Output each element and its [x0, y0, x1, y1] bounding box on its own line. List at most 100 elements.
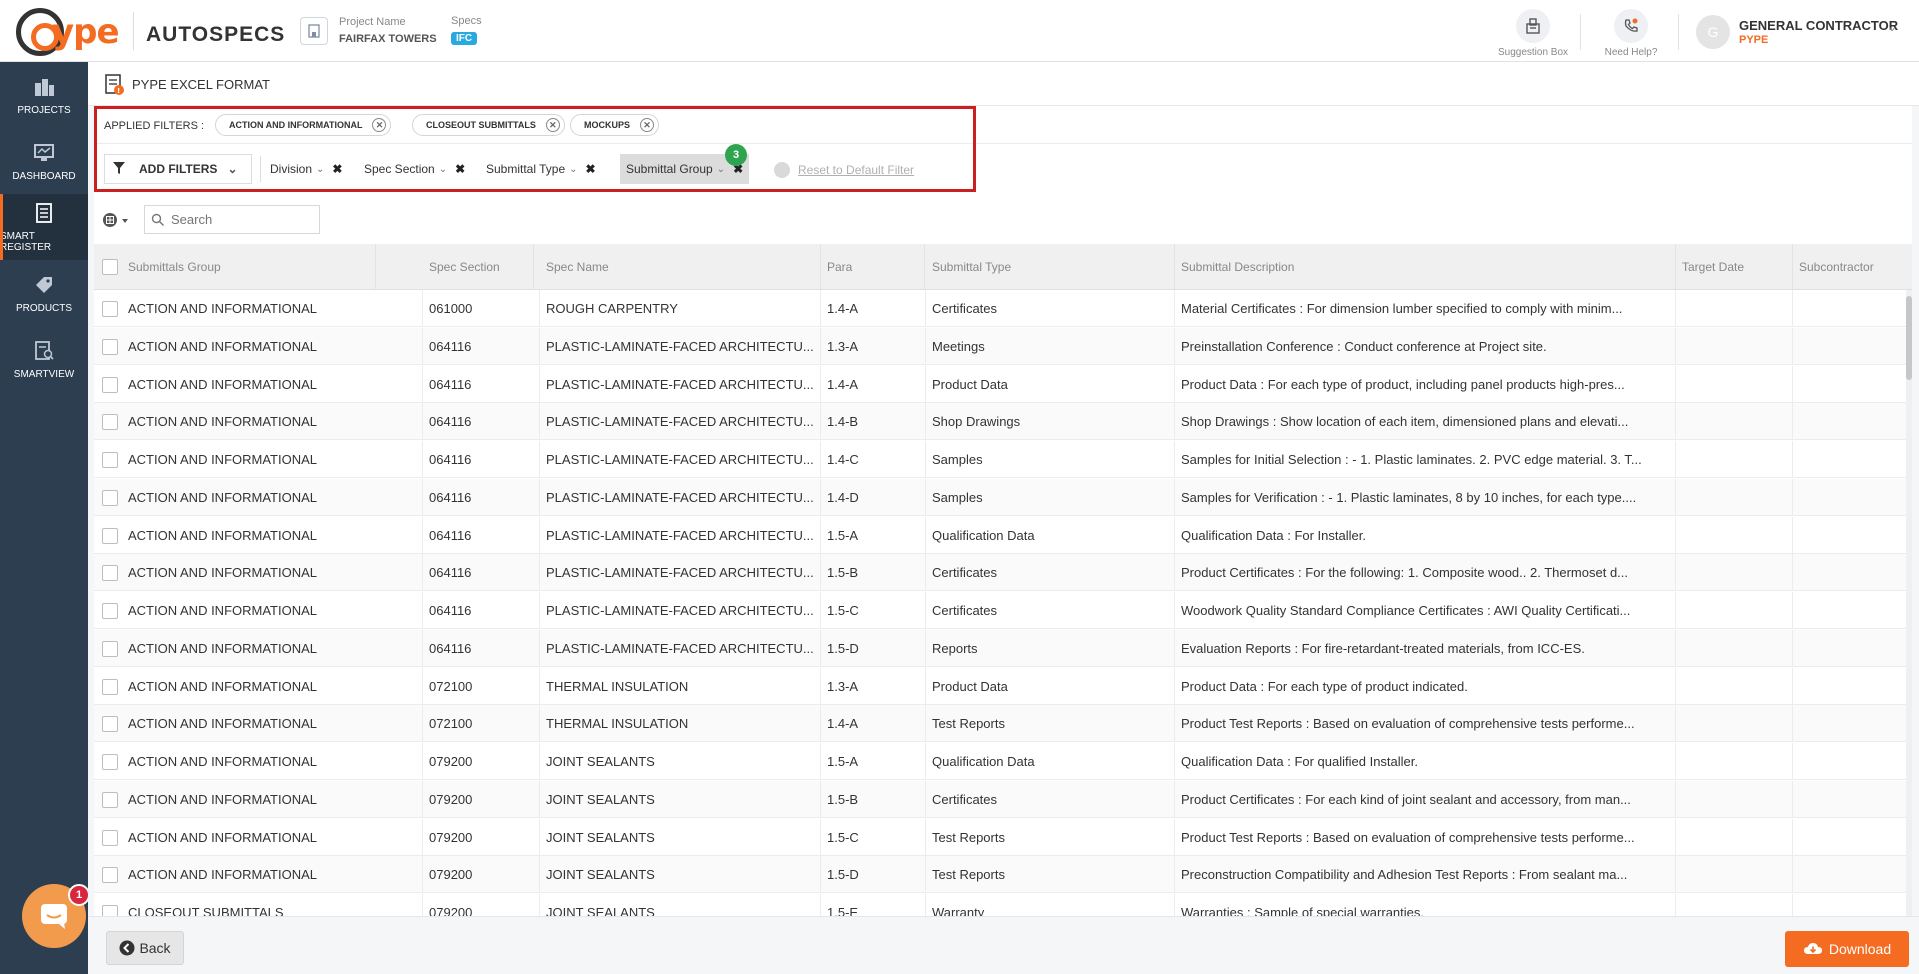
- download-button[interactable]: Download: [1785, 931, 1909, 967]
- cell-spec-section: 064116: [423, 478, 540, 516]
- cell-spec-section: 064116: [423, 365, 540, 403]
- cell-submittal-description: Product Certificates : For each kind of …: [1175, 780, 1676, 818]
- chat-icon: [41, 904, 67, 929]
- table-row[interactable]: ACTION AND INFORMATIONAL 072100 THERMAL IN…: [94, 667, 1912, 705]
- sidebar-item-smart-register[interactable]: SMART REGISTER: [0, 194, 88, 260]
- back-button[interactable]: Back: [106, 931, 184, 965]
- column-header-target-date[interactable]: Target Date: [1676, 244, 1793, 290]
- cell-spec-name: JOINT SEALANTS: [540, 780, 821, 818]
- table-row[interactable]: ACTION AND INFORMATIONAL 064116 PLASTIC-LA…: [94, 592, 1912, 629]
- row-checkbox[interactable]: [102, 640, 118, 657]
- reset-icon[interactable]: [774, 162, 790, 178]
- column-header-submittal-description[interactable]: Submittal Description: [1175, 244, 1676, 290]
- cell-spec-name: JOINT SEALANTS: [540, 894, 821, 916]
- column-header-para[interactable]: Para: [821, 244, 925, 290]
- row-checkbox[interactable]: [102, 905, 118, 916]
- reset-default-filter-link[interactable]: Reset to Default Filter: [798, 163, 914, 177]
- table-row[interactable]: ACTION AND INFORMATIONAL 064116 PLASTIC-LA…: [94, 478, 1912, 516]
- user-role-name[interactable]: GENERAL CONTRACTOR: [1739, 18, 1898, 33]
- vertical-scrollbar[interactable]: [1906, 290, 1912, 916]
- cell-spec-section: 079200: [423, 743, 540, 780]
- table-row[interactable]: ACTION AND INFORMATIONAL 061000 ROUGH CARP…: [94, 290, 1912, 327]
- specs-badge[interactable]: IFC: [451, 32, 478, 45]
- cell-submittals-group: ACTION AND INFORMATIONAL: [122, 516, 423, 554]
- cell-submittal-type: Shop Drawings: [926, 403, 1175, 441]
- cell-para: 1.5-C: [821, 592, 926, 629]
- table-row[interactable]: ACTION AND INFORMATIONAL 064116 PLASTIC-LA…: [94, 403, 1912, 441]
- row-checkbox[interactable]: [102, 565, 118, 582]
- row-checkbox[interactable]: [102, 829, 118, 846]
- cell-para: 1.5-A: [821, 516, 926, 554]
- column-view-toggle[interactable]: [102, 210, 136, 230]
- row-checkbox[interactable]: [102, 678, 118, 695]
- row-checkbox[interactable]: [102, 376, 118, 393]
- table-row[interactable]: ACTION AND INFORMATIONAL 064116 PLASTIC-LA…: [94, 441, 1912, 478]
- cell-submittal-type: Test Reports: [926, 705, 1175, 743]
- cell-target-date: [1676, 478, 1793, 516]
- row-checkbox[interactable]: [102, 716, 118, 733]
- sidebar-item-dashboard[interactable]: DASHBOARD: [0, 128, 88, 194]
- row-checkbox[interactable]: [102, 791, 118, 808]
- cell-target-date: [1676, 290, 1793, 327]
- sidebar-item-projects[interactable]: PROJECTS: [0, 62, 88, 128]
- cell-subcontractor: [1793, 743, 1906, 780]
- project-name-value[interactable]: FAIRFAX TOWERS: [339, 33, 437, 45]
- search-input[interactable]: [171, 212, 311, 227]
- cell-spec-name: JOINT SEALANTS: [540, 818, 821, 856]
- chevron-down-icon[interactable]: ⌄: [1887, 20, 1897, 34]
- row-checkbox[interactable]: [102, 301, 118, 317]
- select-all-checkbox[interactable]: [102, 259, 118, 275]
- column-header-spec-name[interactable]: Spec Name: [540, 244, 821, 290]
- sidebar-item-smartview[interactable]: SMARTVIEW: [0, 326, 88, 392]
- cell-para: 1.4-A: [821, 705, 926, 743]
- row-checkbox[interactable]: [102, 452, 118, 468]
- cell-subcontractor: [1793, 592, 1906, 629]
- row-checkbox[interactable]: [102, 867, 118, 884]
- row-checkbox[interactable]: [102, 414, 118, 431]
- avatar[interactable]: G: [1696, 15, 1730, 49]
- column-header-submittal-type[interactable]: Submittal Type: [926, 244, 1175, 290]
- search-field[interactable]: [144, 205, 320, 234]
- table-row[interactable]: ACTION AND INFORMATIONAL 064116 PLASTIC-LA…: [94, 327, 1912, 365]
- filters-highlight-box: [94, 106, 976, 192]
- row-checkbox[interactable]: [102, 527, 118, 544]
- row-checkbox[interactable]: [102, 489, 118, 506]
- table-row[interactable]: CLOSEOUT SUBMITTALS 079200 JOINT SEALANTS 1…: [94, 894, 1912, 916]
- cell-para: 1.5-C: [821, 818, 926, 856]
- sidebar-item-label: SMART REGISTER: [0, 231, 52, 253]
- pype-logo[interactable]: ype: [14, 6, 126, 58]
- column-header-spec-section[interactable]: Spec Section: [423, 244, 534, 290]
- column-header-subcontractor[interactable]: Subcontractor: [1793, 244, 1906, 290]
- row-checkbox[interactable]: [102, 338, 118, 355]
- table-row[interactable]: ACTION AND INFORMATIONAL 064116 PLASTIC-LA…: [94, 365, 1912, 403]
- sidebar-item-products[interactable]: PRODUCTS: [0, 260, 88, 326]
- row-checkbox[interactable]: [102, 603, 118, 619]
- smartview-icon: [31, 339, 57, 363]
- table-row[interactable]: ACTION AND INFORMATIONAL 064116 PLASTIC-LA…: [94, 516, 1912, 554]
- phone-icon: [1614, 9, 1648, 43]
- cell-target-date: [1676, 554, 1793, 592]
- cell-para: 1.5-A: [821, 743, 926, 780]
- cell-spec-name: PLASTIC-LAMINATE-FACED ARCHITECTU...: [540, 554, 821, 592]
- cell-submittal-description: Preconstruction Compatibility and Adhesi…: [1175, 856, 1676, 894]
- table-row[interactable]: ACTION AND INFORMATIONAL 072100 THERMAL IN…: [94, 705, 1912, 743]
- cell-target-date: [1676, 516, 1793, 554]
- suggestion-box-button[interactable]: Suggestion Box: [1496, 9, 1570, 58]
- cell-target-date: [1676, 441, 1793, 478]
- row-checkbox[interactable]: [102, 754, 118, 770]
- column-header-submittals-group[interactable]: Submittals Group: [122, 244, 376, 290]
- table-row[interactable]: ACTION AND INFORMATIONAL 079200 JOINT SEAL…: [94, 856, 1912, 894]
- table-row[interactable]: ACTION AND INFORMATIONAL 079200 JOINT SEAL…: [94, 780, 1912, 818]
- scrollbar-thumb[interactable]: [1906, 296, 1912, 380]
- table-row[interactable]: ACTION AND INFORMATIONAL 079200 JOINT SEAL…: [94, 818, 1912, 856]
- cell-submittal-description: Warranties : Sample of special warrantie…: [1175, 894, 1676, 916]
- table-row[interactable]: ACTION AND INFORMATIONAL 064116 PLASTIC-LA…: [94, 629, 1912, 667]
- suggestion-box-icon: [1516, 9, 1550, 43]
- cell-para: 1.4-A: [821, 290, 926, 327]
- need-help-button[interactable]: Need Help?: [1594, 9, 1668, 58]
- table-row[interactable]: ACTION AND INFORMATIONAL 079200 JOINT SEAL…: [94, 743, 1912, 780]
- cell-target-date: [1676, 629, 1793, 667]
- table-row[interactable]: ACTION AND INFORMATIONAL 064116 PLASTIC-LA…: [94, 554, 1912, 592]
- cell-submittals-group: ACTION AND INFORMATIONAL: [122, 629, 423, 667]
- header-separator: [1580, 14, 1581, 50]
